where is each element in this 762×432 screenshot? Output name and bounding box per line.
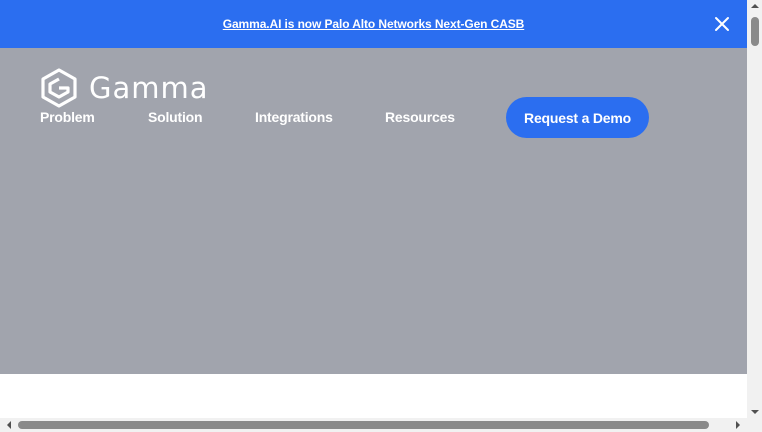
nav-resources[interactable]: Resources — [385, 109, 455, 125]
gamma-hexagon-logo-icon — [41, 68, 77, 108]
scroll-left-arrow-icon[interactable] — [2, 418, 16, 432]
nav-problem[interactable]: Problem — [40, 109, 95, 125]
vertical-scrollbar[interactable] — [747, 0, 762, 418]
close-icon[interactable] — [712, 14, 732, 34]
hero-section: Gamma Problem Solution Integrations Reso… — [0, 48, 747, 374]
gamma-logo[interactable]: Gamma — [40, 68, 209, 108]
announcement-banner: Gamma.AI is now Palo Alto Networks Next-… — [0, 0, 747, 48]
nav-solution[interactable]: Solution — [148, 109, 203, 125]
vertical-scroll-thumb[interactable] — [751, 17, 759, 46]
nav-integrations[interactable]: Integrations — [255, 109, 333, 125]
logo-text: Gamma — [89, 71, 209, 105]
announcement-link[interactable]: Gamma.AI is now Palo Alto Networks Next-… — [223, 17, 525, 31]
scroll-right-arrow-icon[interactable] — [731, 418, 745, 432]
scroll-up-arrow-icon[interactable] — [747, 0, 762, 12]
horizontal-scrollbar[interactable] — [0, 418, 747, 432]
request-demo-button[interactable]: Request a Demo — [506, 97, 649, 138]
page-viewport: Gamma.AI is now Palo Alto Networks Next-… — [0, 0, 747, 418]
scrollbar-corner — [747, 418, 762, 432]
horizontal-scroll-thumb[interactable] — [18, 421, 709, 429]
scroll-down-arrow-icon[interactable] — [747, 406, 762, 418]
